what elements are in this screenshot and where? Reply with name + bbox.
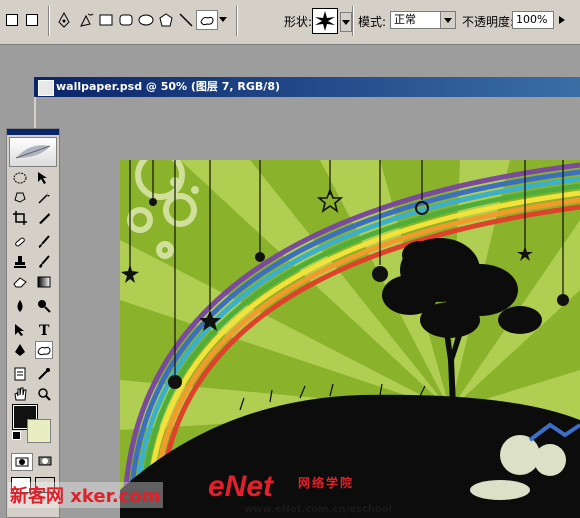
canvas[interactable] [120, 160, 580, 518]
eyedropper-icon[interactable] [35, 365, 53, 383]
hand-icon[interactable] [11, 385, 29, 403]
healing-brush-icon[interactable] [11, 233, 29, 251]
checkbox-icon[interactable] [2, 10, 22, 30]
chevron-down-icon[interactable] [218, 10, 228, 30]
opacity-label: 不透明度: [462, 15, 515, 29]
zoom-icon[interactable] [35, 385, 53, 403]
mode-select[interactable]: 正常 [390, 11, 456, 29]
shape-label: 形状: [284, 15, 313, 29]
shape-dropdown-button[interactable] [340, 12, 352, 32]
toolbox: T [6, 128, 60, 518]
checkbox-icon[interactable] [22, 10, 42, 30]
notes-icon[interactable] [11, 365, 29, 383]
magic-wand-icon[interactable] [35, 189, 53, 207]
eraser-icon[interactable] [11, 273, 29, 291]
rounded-rectangle-icon[interactable] [116, 10, 136, 30]
mode-label: 模式: [358, 15, 387, 29]
watermark-url: www.eNet.com.cn/eschool [244, 504, 393, 515]
brush-icon[interactable] [35, 233, 53, 251]
opacity-value: 100% [516, 13, 548, 26]
feather-logo-icon [9, 137, 57, 167]
polygon-icon[interactable] [156, 10, 176, 30]
dodge-icon[interactable] [35, 297, 53, 315]
marquee-icon[interactable] [11, 169, 29, 187]
custom-shape-icon[interactable] [35, 341, 53, 359]
path-selection-icon[interactable] [11, 321, 29, 339]
opacity-field[interactable]: 100% [512, 11, 554, 29]
star-burst-icon [315, 11, 335, 31]
watermark-enet-cn: 网络学院 [298, 476, 355, 490]
clone-stamp-icon[interactable] [11, 253, 29, 271]
pen-icon[interactable] [11, 341, 29, 359]
wallpaper-artwork [120, 160, 580, 518]
default-colors-icon[interactable] [12, 431, 21, 440]
document-title-bar[interactable]: wallpaper.psd @ 50% (图层 7, RGB/8) [34, 77, 580, 97]
move-icon[interactable] [35, 169, 53, 187]
standard-mode-icon[interactable] [11, 453, 33, 471]
crop-icon[interactable] [11, 209, 29, 227]
gradient-icon[interactable] [35, 273, 53, 291]
photoshop-document-icon [38, 80, 54, 96]
toolbox-header[interactable] [7, 129, 59, 135]
line-icon[interactable] [176, 10, 196, 30]
mode-value: 正常 [394, 13, 416, 26]
history-brush-icon[interactable] [35, 253, 53, 271]
shape-picker[interactable] [312, 8, 338, 34]
document-title: wallpaper.psd @ 50% (图层 7, RGB/8) [56, 80, 281, 93]
chevron-right-icon[interactable] [556, 10, 568, 30]
chevron-down-icon[interactable] [440, 12, 455, 28]
options-bar: 形状: 模式: 正常 不透明度: 100% [0, 0, 580, 45]
lasso-icon[interactable] [11, 189, 29, 207]
watermark-xker: 新客网 xker.com [8, 482, 163, 508]
rectangle-icon[interactable] [96, 10, 116, 30]
quick-mask-icon[interactable] [35, 453, 55, 469]
ellipse-icon[interactable] [136, 10, 156, 30]
type-icon[interactable]: T [35, 321, 53, 339]
slice-icon[interactable] [35, 209, 53, 227]
blur-icon[interactable] [11, 297, 29, 315]
pen-tool-icon[interactable] [54, 10, 74, 30]
freeform-pen-icon[interactable] [76, 10, 96, 30]
watermark-enet: eNet [208, 470, 274, 503]
svg-text:T: T [39, 323, 50, 337]
custom-shape-icon[interactable] [196, 10, 218, 30]
background-color-swatch[interactable] [27, 419, 51, 443]
